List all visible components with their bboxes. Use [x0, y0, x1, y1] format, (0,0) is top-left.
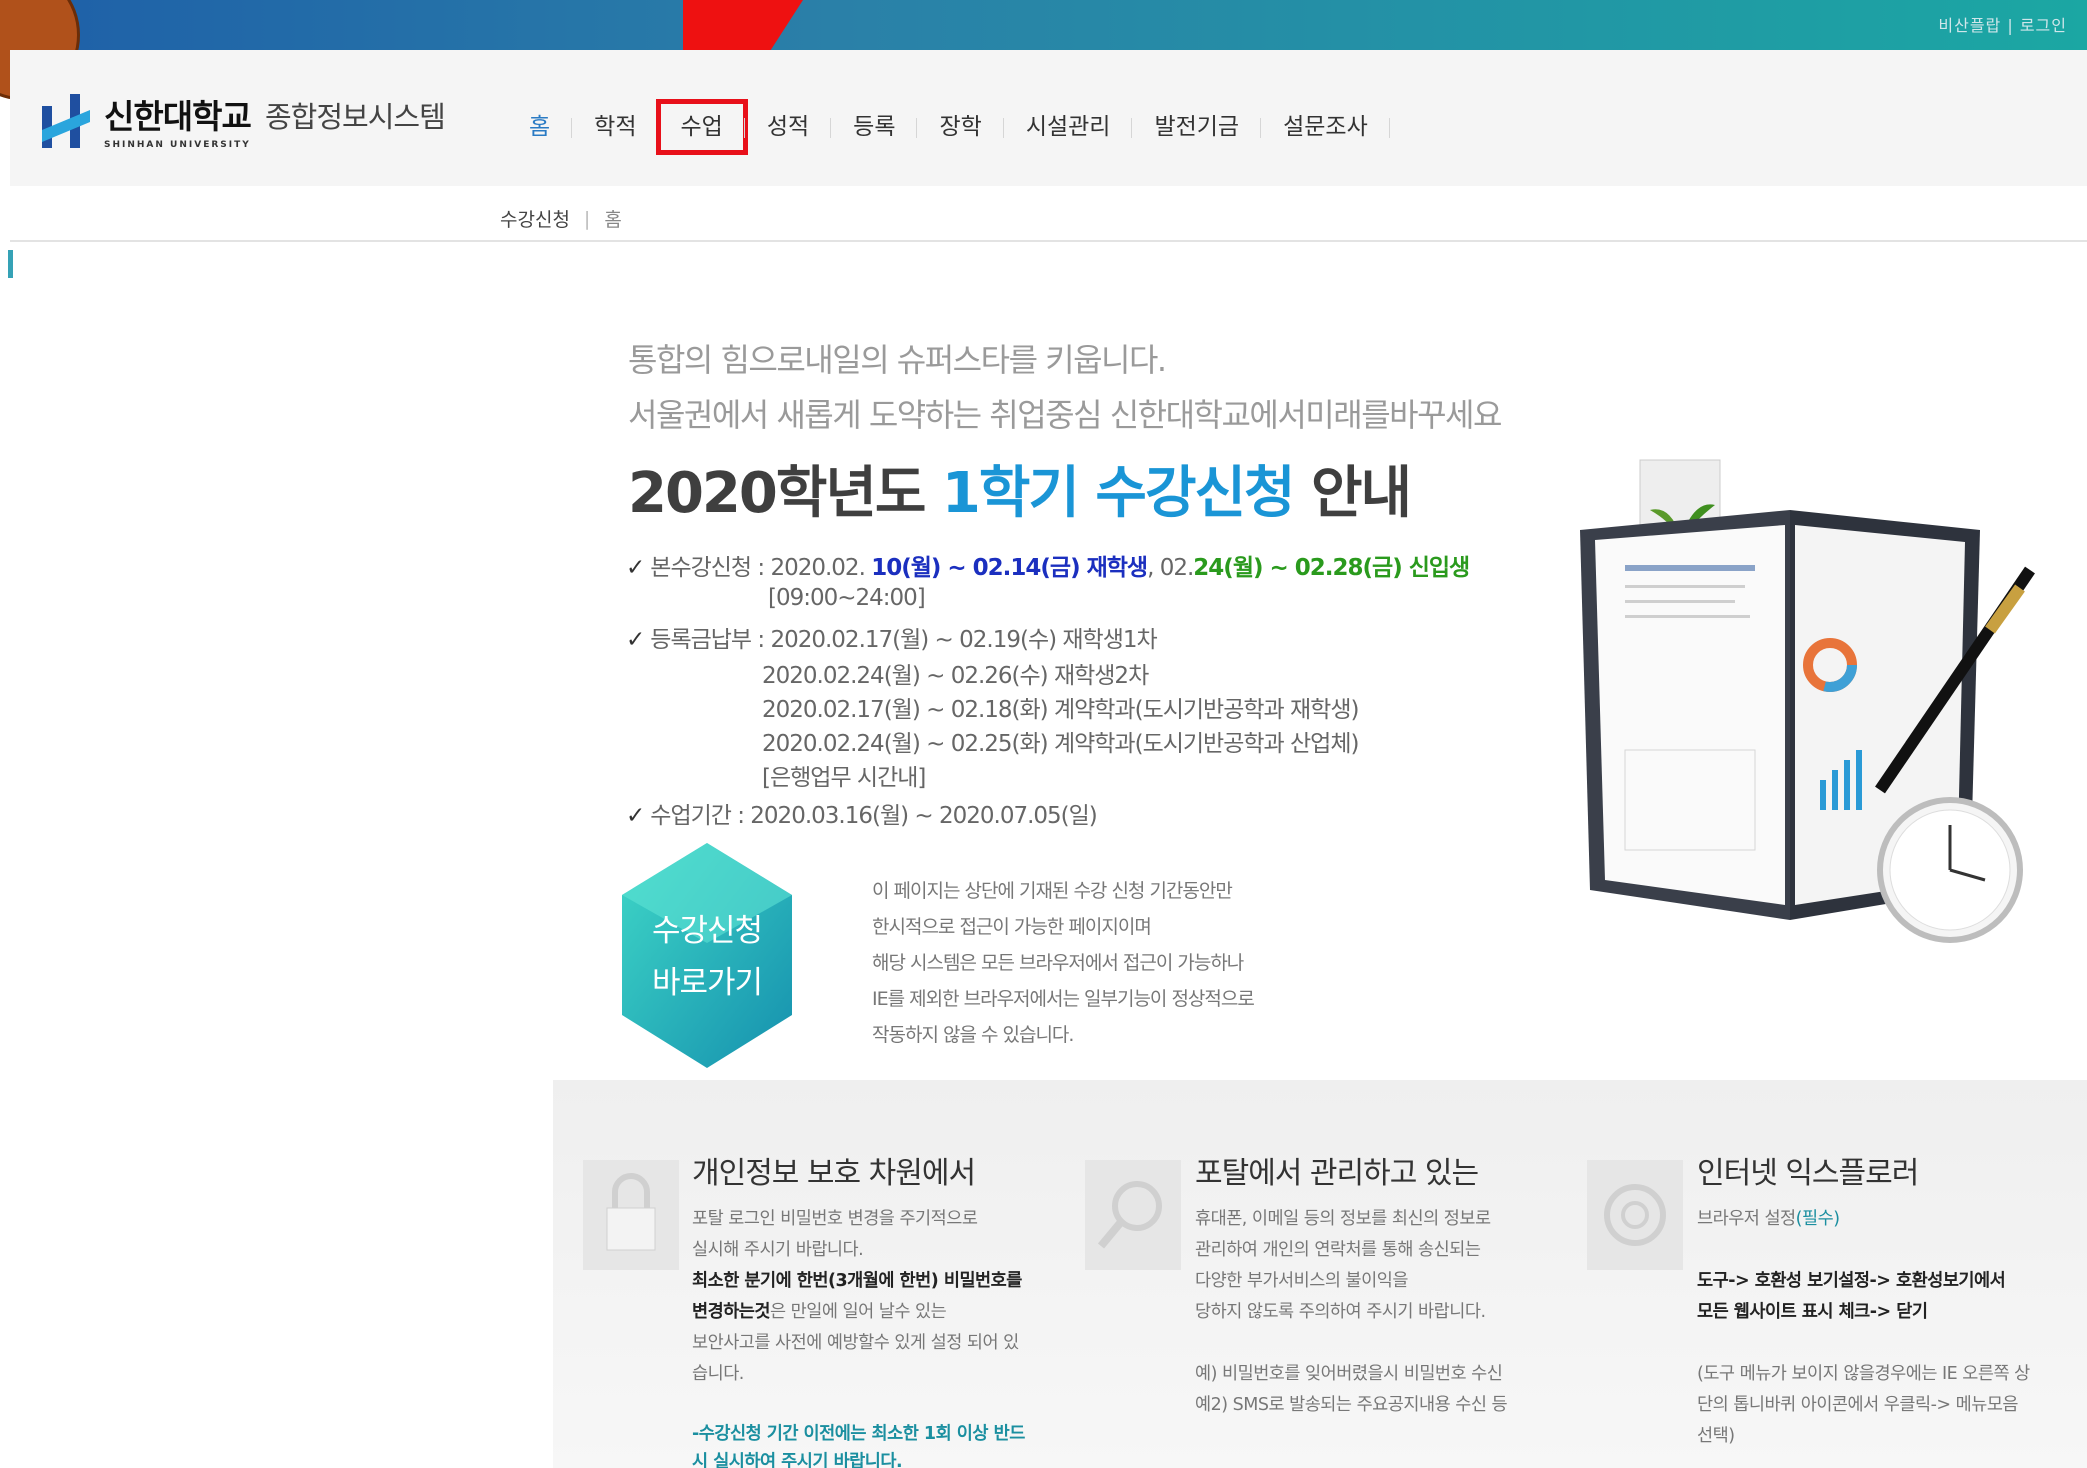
enrollment-period: ✓ 본수강신청 : 2020.02. 10(월) ~ 02.14(금) 재학생, …	[626, 548, 1470, 582]
notice-line: 해당 시스템은 모든 브라우저에서 접근이 가능하나	[872, 952, 1244, 974]
enrollment-shortcut-button[interactable]: 수강신청 바로가기	[622, 843, 792, 1068]
shortcut-line-1: 수강신청	[651, 913, 763, 949]
card-ie-title: 인터넷 익스플로러	[1697, 1156, 1919, 1191]
card-line: 보안사고를 사전에 예방할수 있게 설정 되어 있	[692, 1333, 1019, 1353]
intro-line-1: 통합의 힘으로내일의 슈퍼스타를 키웁니다.	[628, 341, 1167, 379]
nav-academic-records[interactable]: 학적	[572, 102, 659, 152]
card-line: 선택)	[1697, 1426, 1735, 1446]
lock-icon	[583, 1160, 679, 1270]
nav-development-fund[interactable]: 발전기금	[1132, 102, 1261, 152]
planner-clock-illustration	[1580, 459, 2035, 943]
enroll-returning: 10(월) ~ 02.14(금) 재학생	[871, 555, 1148, 581]
notice-line: 작동하지 않을 수 있습니다.	[872, 1024, 1074, 1046]
top-utility-bar: 비산플랍 | 로그인	[0, 0, 2087, 50]
card-line: 예) 비밀번호를 잊어버렸을시 비밀번호 수신	[1195, 1364, 1503, 1384]
title-highlight: 1학기 수강신청	[941, 461, 1296, 526]
utility-links[interactable]: 비산플랍 | 로그인	[1938, 12, 2067, 36]
card-line: 단의 톱니바퀴 아이콘에서 우클릭-> 메뉴모음	[1697, 1395, 2019, 1415]
nav-grades[interactable]: 성적	[745, 102, 832, 152]
pay-line: 2020.02.24(월) ~ 02.25(화) 계약학과(도시기반공학과 산업…	[762, 731, 1359, 757]
card-line: 시 실시하여 주시기 바랍니다.	[692, 1452, 903, 1468]
card-line: 당하지 않도록 주의하여 주시기 바랍니다.	[1195, 1302, 1486, 1322]
tuition-payment: ✓ 등록금납부 : 2020.02.17(월) ~ 02.19(수) 재학생1차	[626, 620, 1158, 654]
card-privacy-title: 개인정보 보호 차원에서	[692, 1156, 976, 1191]
card-rest-segment: 은 만일에 일어 날수 있는	[770, 1302, 947, 1322]
card-line: 도구-> 호환성 보기설정-> 호환성보기에서	[1697, 1271, 2006, 1291]
card-line: 습니다.	[692, 1364, 744, 1384]
breadcrumb-separator: |	[583, 207, 591, 230]
check-icon: ✓	[626, 627, 645, 653]
notice-line: IE를 제외한 브라우저에서는 일부기능이 정상적으로	[872, 988, 1255, 1010]
pay-label: 등록금납부 : 2020.02.17(월) ~ 02.19(수) 재학생1차	[650, 627, 1157, 653]
magnifier-icon	[1085, 1160, 1181, 1270]
page-title: 2020학년도 1학기 수강신청 안내	[628, 448, 1412, 529]
class-period-text: 수업기간 : 2020.03.16(월) ~ 2020.07.05(일)	[650, 803, 1097, 829]
system-name: 종합정보시스템	[265, 100, 446, 134]
card-line: 변경하는것은 만일에 일어 날수 있는	[692, 1298, 947, 1323]
card-line: 다양한 부가서비스의 불이익을	[1195, 1271, 1408, 1291]
card-portal-title: 포탈에서 관리하고 있는	[1195, 1156, 1479, 1191]
enroll-time: [09:00~24:00]	[768, 585, 926, 611]
pay-line: 2020.02.24(월) ~ 02.26(수) 재학생2차	[762, 663, 1149, 689]
main-nav: 홈 학적 수업 성적 등록 장학 시설관리 발전기금 설문조사	[507, 99, 1390, 155]
card-line: 최소한 분기에 한번(3개월에 한번) 비밀번호를	[692, 1271, 1022, 1291]
card-line: 예2) SMS로 발송되는 주요공지내용 수신 등	[1195, 1395, 1508, 1415]
nav-scholarship[interactable]: 장학	[917, 102, 1005, 152]
card-line: -수강신청 기간 이전에는 최소한 1회 이상 반드	[692, 1424, 1025, 1444]
card-required-tag: (필수)	[1795, 1209, 1840, 1229]
university-logo[interactable]: 신한대학교 SHINHAN UNIVERSITY	[40, 90, 252, 160]
card-line: 실시해 주시기 바랍니다.	[692, 1240, 864, 1260]
card-bold-segment: 변경하는것	[692, 1302, 771, 1322]
breadcrumb: 수강신청 | 홈	[500, 205, 622, 232]
card-line: 포탈 로그인 비밀번호 변경을 주기적으로	[692, 1209, 978, 1229]
card-line: (도구 메뉴가 보이지 않을경우에는 IE 오른쪽 상	[1697, 1364, 2030, 1384]
header-divider	[10, 240, 2087, 242]
pay-line: 2020.02.17(월) ~ 02.18(화) 계약학과(도시기반공학과 재학…	[762, 697, 1359, 723]
card-line: 관리하여 개인의 연락처를 통해 송신되는	[1195, 1240, 1481, 1260]
nav-survey[interactable]: 설문조사	[1261, 102, 1390, 152]
logo-korean-name: 신한대학교	[104, 97, 252, 136]
card-segment: 브라우저 설정	[1697, 1209, 1796, 1229]
left-edge-marker	[8, 250, 13, 278]
title-year: 2020학년도	[628, 461, 926, 526]
ie-browser-icon	[1587, 1160, 1683, 1270]
class-period: ✓ 수업기간 : 2020.03.16(월) ~ 2020.07.05(일)	[626, 796, 1098, 830]
breadcrumb-home[interactable]: 홈	[604, 205, 621, 232]
notice-line: 한시적으로 접근이 가능한 페이지이며	[872, 916, 1152, 938]
title-suffix: 안내	[1311, 461, 1412, 526]
site-header: 신한대학교 SHINHAN UNIVERSITY 종합정보시스템 홈 학적 수업…	[10, 50, 2087, 186]
shortcut-line-2: 바로가기	[651, 965, 763, 1001]
intro-line-2: 서울권에서 새롭게 도약하는 취업중심 신한대학교에서미래를바꾸세요	[628, 396, 1502, 434]
enroll-freshmen: 24(월) ~ 02.28(금) 신입생	[1193, 555, 1470, 581]
nav-facilities[interactable]: 시설관리	[1004, 102, 1133, 152]
card-line: 모든 웹사이트 표시 체크-> 닫기	[1697, 1302, 1928, 1322]
logo-english-name: SHINHAN UNIVERSITY	[104, 140, 251, 150]
shinhan-logo-icon	[42, 94, 90, 148]
check-icon: ✓	[626, 803, 645, 829]
nav-home[interactable]: 홈	[507, 102, 573, 152]
card-line: 휴대폰, 이메일 등의 정보를 최신의 정보로	[1195, 1209, 1491, 1229]
pay-line: [은행업무 시간내]	[762, 765, 926, 791]
nav-registration[interactable]: 등록	[831, 102, 918, 152]
enroll-label: 본수강신청 : 2020.02.	[650, 555, 866, 581]
enroll-mid: , 02.	[1147, 555, 1194, 581]
nav-classes[interactable]: 수업	[655, 99, 748, 155]
notice-line: 이 페이지는 상단에 기재된 수강 신청 기간동안만	[872, 880, 1233, 902]
breadcrumb-current: 수강신청	[500, 209, 570, 231]
card-line: 브라우저 설정(필수)	[1697, 1205, 1840, 1230]
check-icon: ✓	[626, 555, 645, 581]
